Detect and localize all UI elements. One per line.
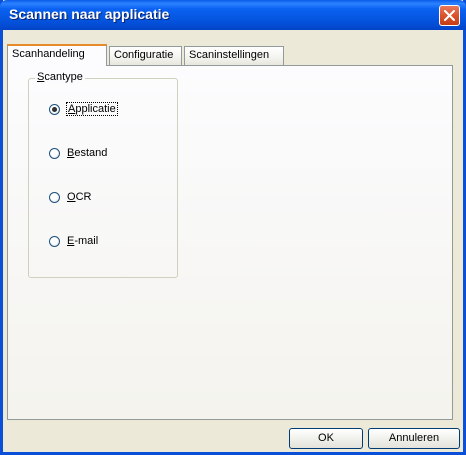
cancel-button-label: Annuleren <box>388 432 440 444</box>
radio-button[interactable] <box>49 191 60 203</box>
ok-button-label: OK <box>318 432 334 444</box>
cancel-button[interactable]: Annuleren <box>368 428 460 449</box>
radio-label-bestand: Bestand <box>67 147 108 159</box>
ok-button[interactable]: OK <box>289 428 363 449</box>
scantype-group: Scantype Applicatie Bestand OCR E-mail <box>28 71 178 278</box>
close-button[interactable] <box>439 5 460 26</box>
tab-scanhandeling[interactable]: Scanhandeling <box>7 44 107 66</box>
tab-label: Scaninstellingen <box>189 49 270 61</box>
radio-label-ocr: OCR <box>67 191 92 203</box>
radio-applicatie[interactable]: Applicatie <box>49 101 118 117</box>
radio-label-email: E-mail <box>67 235 99 247</box>
scantype-legend: Scantype <box>35 71 85 83</box>
radio-button[interactable] <box>49 235 60 247</box>
close-icon <box>444 10 455 21</box>
radio-button-selected[interactable] <box>49 103 60 115</box>
tab-configuratie[interactable]: Configuratie <box>109 46 182 65</box>
radio-bestand[interactable]: Bestand <box>49 145 107 161</box>
tab-panel-scanhandeling: Scantype Applicatie Bestand OCR E-mail <box>7 65 453 420</box>
tab-label: Configuratie <box>114 49 174 61</box>
radio-ocr[interactable]: OCR <box>49 189 91 205</box>
tab-scaninstellingen[interactable]: Scaninstellingen <box>184 46 284 65</box>
window-title: Scannen naar applicatie <box>9 6 170 22</box>
radio-label-applicatie: Applicatie <box>66 102 118 116</box>
tab-label: Scanhandeling <box>12 48 85 60</box>
radio-email[interactable]: E-mail <box>49 233 98 249</box>
radio-button[interactable] <box>49 147 60 159</box>
title-bar[interactable]: Scannen naar applicatie <box>0 0 466 30</box>
